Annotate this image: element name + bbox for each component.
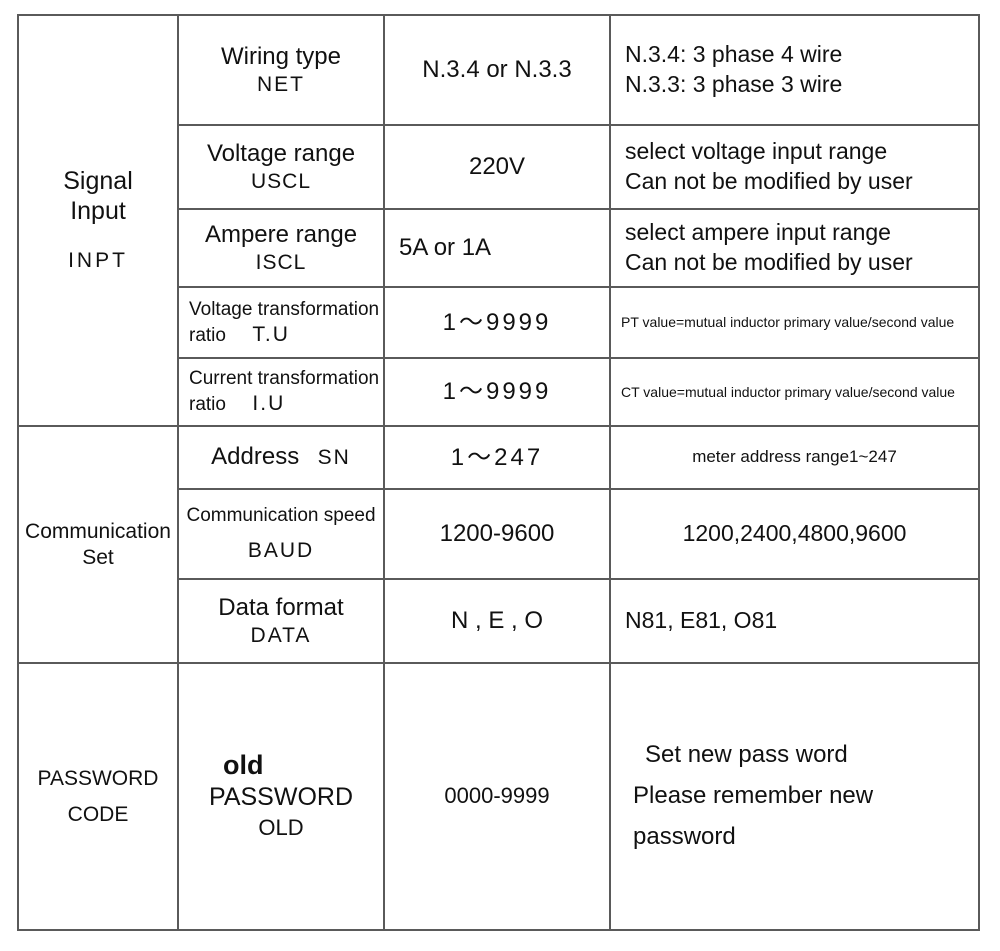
param-name-wrap: Address SN	[211, 443, 351, 472]
group-cell-communication-set: Communication Set	[17, 425, 179, 664]
param-name-cell-ampere-range: Ampere range ISCL	[177, 208, 385, 288]
param-desc-cell-voltage-range: select voltage input range Can not be mo…	[609, 124, 980, 210]
param-value-cell-address: 1～247	[383, 425, 611, 490]
group-name-line2: CODE	[67, 802, 129, 826]
desc-line-2: Can not be modified by user	[625, 168, 913, 194]
param-name: Ampere range	[204, 220, 358, 248]
param-desc-cell-communication-speed: 1200,2400,4800,9600	[609, 488, 980, 580]
param-desc-cell-old-password: Set new pass word Please remember new pa…	[609, 662, 980, 931]
param-name-cell-voltage-transformation-ratio: Voltage transformation ratio T.U	[177, 286, 385, 359]
param-name-cell-communication-speed: Communication speed BAUD	[177, 488, 385, 580]
param-desc-cell-current-transformation-ratio: CT value=mutual inductor primary value/s…	[609, 357, 980, 427]
param-value: 0000-9999	[444, 783, 550, 809]
param-value-cell-ampere-range: 5A or 1A	[383, 208, 611, 288]
param-value-cell-voltage-transformation-ratio: 1～9999	[383, 286, 611, 359]
table-row: Communication Set Address SN 1～247 meter…	[17, 425, 980, 664]
param-value: 1～9999	[442, 378, 552, 406]
param-name-cell-voltage-range: Voltage range USCL	[177, 124, 385, 210]
group-name-line1: Signal	[63, 167, 133, 196]
param-name-cell-old-password: old PASSWORD OLD	[177, 662, 385, 931]
param-value-cell-data-format: N , E , O	[383, 578, 611, 664]
desc-line-1: 1200,2400,4800,9600	[682, 520, 907, 547]
group-code: INPT	[68, 249, 128, 273]
group-cell-password-code: PASSWORD CODE	[17, 662, 179, 931]
param-code: BAUD	[247, 539, 315, 563]
param-name-cell-address: Address SN	[177, 425, 385, 490]
desc-line-2: Can not be modified by user	[625, 249, 913, 275]
desc-line-1: meter address range1~247	[692, 447, 897, 467]
param-name-cell-current-transformation-ratio: Current transformation ratio I.U	[177, 357, 385, 427]
param-value-cell-wiring-type: N.3.4 or N.3.3	[383, 14, 611, 126]
param-name-line-2: ratio	[189, 324, 226, 346]
desc-line-2: Please remember new	[633, 782, 874, 810]
parameter-spec-table: Signal Input INPT Wiring type NET N.3.4 …	[17, 14, 980, 931]
desc-line-1: N81, E81, O81	[625, 607, 778, 634]
param-value-cell-current-transformation-ratio: 1～9999	[383, 357, 611, 427]
param-name-line-2-wrap: ratio T.U	[189, 322, 290, 348]
desc-line-1: select voltage input range	[625, 138, 888, 165]
param-name: Communication speed	[186, 505, 376, 527]
param-name-cell-data-format: Data format DATA	[177, 578, 385, 664]
param-value: 1200-9600	[439, 520, 555, 548]
desc-line-1: CT value=mutual inductor primary value/s…	[621, 383, 955, 400]
table-row: PASSWORD CODE old PASSWORD OLD 0000-9999	[17, 662, 980, 931]
param-value-cell-voltage-range: 220V	[383, 124, 611, 210]
desc-line-1: PT value=mutual inductor primary value/s…	[621, 314, 955, 331]
param-code: T.U	[252, 322, 290, 346]
param-code: ISCL	[255, 250, 307, 274]
group-name-line1: PASSWORD	[37, 767, 159, 791]
param-desc-cell-data-format: N81, E81, O81	[609, 578, 980, 664]
param-value: 5A or 1A	[399, 234, 492, 262]
param-name: Voltage range	[206, 139, 356, 167]
param-name-line-2: ratio	[189, 394, 226, 415]
param-value: 1～9999	[442, 308, 552, 336]
param-code: NET	[257, 72, 305, 96]
param-desc-cell-ampere-range: select ampere input range Can not be mod…	[609, 208, 980, 288]
spec-table-page: Signal Input INPT Wiring type NET N.3.4 …	[0, 0, 1000, 951]
table-row: Signal Input INPT Wiring type NET N.3.4 …	[17, 14, 980, 427]
param-name: Data format	[218, 593, 344, 621]
desc-line-3: password	[633, 822, 736, 850]
param-value-cell-communication-speed: 1200-9600	[383, 488, 611, 580]
param-name: Address	[211, 443, 300, 471]
param-value: 1～247	[450, 443, 544, 471]
param-name: Wiring type	[220, 42, 342, 70]
group-name-line2: Set	[82, 545, 114, 569]
param-desc-cell-voltage-transformation-ratio: PT value=mutual inductor primary value/s…	[609, 286, 980, 359]
param-name-cell-wiring-type: Wiring type NET	[177, 14, 385, 126]
param-code: SN	[317, 446, 351, 470]
desc-line-1: Set new pass word	[645, 741, 848, 769]
desc-line-1: select ampere input range	[625, 219, 891, 246]
param-value: N.3.4 or N.3.3	[422, 56, 572, 84]
param-name-line-1: Voltage transformation	[189, 298, 380, 320]
param-name: PASSWORD	[209, 783, 353, 812]
param-value: N , E , O	[450, 607, 543, 635]
desc-line-2: N.3.3: 3 phase 3 wire	[625, 71, 843, 97]
param-name-line-2-wrap: ratio I.U	[189, 391, 285, 417]
desc-line-1: N.3.4: 3 phase 4 wire	[625, 41, 843, 68]
param-name-bold: old	[223, 750, 264, 781]
param-name-line-1: Current transformation	[189, 368, 380, 390]
group-cell-signal-input: Signal Input INPT	[17, 14, 179, 427]
param-code: OLD	[258, 814, 304, 840]
param-code: I.U	[252, 392, 286, 415]
param-value-cell-old-password: 0000-9999	[383, 662, 611, 931]
group-name-line2: Input	[70, 196, 126, 225]
group-name-line1: Communication	[25, 520, 171, 544]
param-value: 220V	[468, 153, 526, 181]
param-desc-cell-wiring-type: N.3.4: 3 phase 4 wire N.3.3: 3 phase 3 w…	[609, 14, 980, 126]
param-code: USCL	[250, 169, 312, 193]
param-code: DATA	[250, 623, 312, 647]
param-desc-cell-address: meter address range1~247	[609, 425, 980, 490]
